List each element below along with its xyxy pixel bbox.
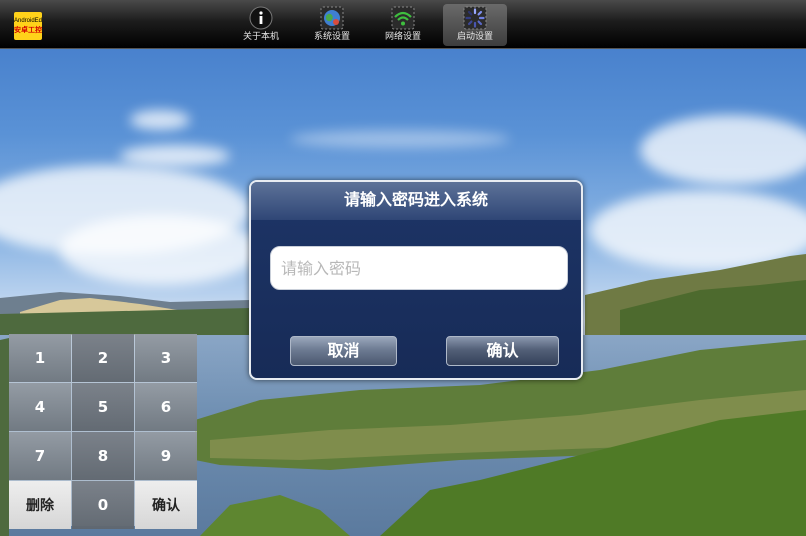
cancel-button[interactable]: 取消 bbox=[290, 336, 397, 366]
tab-about-label: 关于本机 bbox=[242, 32, 279, 42]
loading-spinner-icon bbox=[463, 6, 487, 30]
confirm-button[interactable]: 确认 bbox=[446, 336, 559, 366]
info-icon bbox=[249, 6, 273, 30]
dialog-title: 请输入密码进入系统 bbox=[251, 182, 581, 220]
key-7[interactable]: 7 bbox=[9, 432, 71, 480]
password-dialog: 请输入密码进入系统 取消 确认 bbox=[249, 180, 583, 380]
tab-about[interactable]: 关于本机 bbox=[229, 4, 293, 46]
key-2[interactable]: 2 bbox=[72, 334, 134, 382]
key-9[interactable]: 9 bbox=[135, 432, 197, 480]
tab-system-settings[interactable]: 系统设置 bbox=[300, 4, 364, 46]
key-8[interactable]: 8 bbox=[72, 432, 134, 480]
logo-line-1: AndroidEd bbox=[13, 18, 43, 24]
key-3[interactable]: 3 bbox=[135, 334, 197, 382]
key-0[interactable]: 0 bbox=[72, 481, 134, 529]
keypad-confirm-key[interactable]: 确认 bbox=[135, 481, 197, 529]
numeric-keypad: 1 2 3 4 5 6 7 8 9 删除 0 确认 bbox=[9, 334, 197, 529]
logo-line-2: 安卓工控 bbox=[14, 26, 42, 34]
top-bar: AndroidEd 安卓工控 关于本机 系统设置 网络设置 启动设置 bbox=[0, 0, 806, 49]
key-1[interactable]: 1 bbox=[9, 334, 71, 382]
delete-key[interactable]: 删除 bbox=[9, 481, 71, 529]
app-logo: AndroidEd 安卓工控 bbox=[14, 12, 42, 40]
wifi-icon bbox=[391, 6, 415, 30]
key-5[interactable]: 5 bbox=[72, 383, 134, 431]
tab-startup-settings-label: 启动设置 bbox=[456, 32, 493, 42]
tab-network-settings-label: 网络设置 bbox=[384, 32, 421, 42]
password-input[interactable] bbox=[270, 246, 568, 290]
globe-settings-icon bbox=[320, 6, 344, 30]
tab-system-settings-label: 系统设置 bbox=[313, 32, 350, 42]
tab-network-settings[interactable]: 网络设置 bbox=[371, 4, 435, 46]
key-6[interactable]: 6 bbox=[135, 383, 197, 431]
tab-startup-settings[interactable]: 启动设置 bbox=[443, 4, 507, 46]
key-4[interactable]: 4 bbox=[9, 383, 71, 431]
